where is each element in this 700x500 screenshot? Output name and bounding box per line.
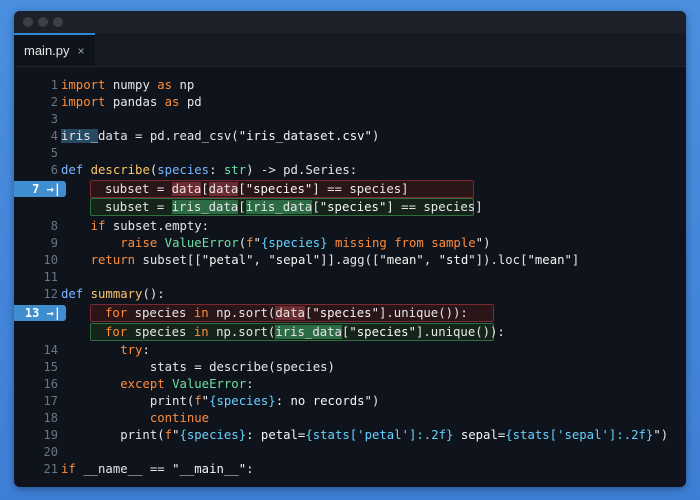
diff-removed-line: 7 →| subset = data[data["species"] == sp… <box>14 180 686 198</box>
line-number: 4 <box>50 129 58 143</box>
close-icon[interactable]: × <box>78 44 85 58</box>
code-line: 18 continue <box>14 409 686 427</box>
code-text: if subset.empty: <box>90 219 210 233</box>
line-number: 20 <box>43 445 58 459</box>
code-line: 16 except ValueError: <box>14 375 686 393</box>
code-text: iris_data = pd.read_csv("iris_dataset.cs… <box>61 129 380 143</box>
line-number: 10 <box>43 253 58 267</box>
line-number: 11 <box>43 270 58 284</box>
code-editor[interactable]: 1 import numpy as np 2 import pandas as … <box>14 67 686 487</box>
code-text: import numpy as np <box>61 78 195 92</box>
added-code: for species in np.sort(iris_data["specie… <box>105 325 505 339</box>
line-number: 14 <box>43 343 58 357</box>
code-text: def summary(): <box>61 287 165 301</box>
added-code: subset = iris_data[iris_data["species"] … <box>105 200 483 214</box>
code-line: 1 import numpy as np <box>14 76 686 94</box>
line-number: 15 <box>43 360 58 374</box>
close-window-dot[interactable] <box>23 17 33 27</box>
minimize-window-dot[interactable] <box>38 17 48 27</box>
removed-code: subset = data[data["species"] == species… <box>105 182 409 196</box>
line-number: 6 <box>50 163 58 177</box>
line-number: 21 <box>43 462 58 476</box>
line-number: 8 <box>50 219 58 233</box>
code-line: 8 if subset.empty: <box>14 217 686 235</box>
code-line: 21 if __name__ == "__main__": <box>14 460 686 478</box>
code-text: print(f"{species}: no records") <box>61 394 380 408</box>
line-number: 17 <box>43 394 58 408</box>
removed-code: for species in np.sort(data["species"].u… <box>105 306 468 320</box>
editor-window: main.py × 1 import numpy as np 2 import … <box>14 11 686 487</box>
line-number: 16 <box>43 377 58 391</box>
code-line: 2 import pandas as pd <box>14 93 686 111</box>
line-number: 1 <box>50 78 58 92</box>
tab-main-py[interactable]: main.py × <box>14 33 95 66</box>
tab-bar: main.py × <box>14 33 686 67</box>
code-line: 11 <box>14 268 686 286</box>
code-line: 10 return subset[["petal", "sepal"]].agg… <box>14 251 686 269</box>
code-text: continue <box>149 411 210 425</box>
line-number: 5 <box>50 146 58 160</box>
code-text: try: <box>120 343 150 357</box>
code-line: 6 def describe(species: str) -> pd.Serie… <box>14 161 686 179</box>
code-line: 19 print(f"{species}: petal={stats['peta… <box>14 426 686 444</box>
code-text: return subset[["petal", "sepal"]].agg(["… <box>90 253 580 267</box>
code-text: raise ValueError(f"{species} missing fro… <box>120 236 491 250</box>
maximize-window-dot[interactable] <box>53 17 63 27</box>
line-number: 18 <box>43 411 58 425</box>
diff-added-line: subset = iris_data[iris_data["species"] … <box>14 198 686 216</box>
title-bar <box>14 11 686 33</box>
code-line: 5 <box>14 144 686 162</box>
code-line: 17 print(f"{species}: no records") <box>14 392 686 410</box>
code-line: 4 iris_data = pd.read_csv("iris_dataset.… <box>14 127 686 145</box>
tab-label: main.py <box>24 43 70 58</box>
line-number: 19 <box>43 428 58 442</box>
accept-suggestion-marker[interactable]: 13 →| <box>14 305 66 321</box>
code-line: 15 stats = describe(species) <box>14 358 686 376</box>
code-text: if __name__ == "__main__": <box>61 462 254 476</box>
code-text: stats = describe(species) <box>61 360 335 374</box>
code-text: def describe(species: str) -> pd.Series: <box>61 163 358 177</box>
line-number: 3 <box>50 112 58 126</box>
line-number: 12 <box>43 287 58 301</box>
code-text: print(f"{species}: petal={stats['petal']… <box>61 428 669 442</box>
accept-suggestion-marker[interactable]: 7 →| <box>14 181 66 197</box>
code-text: except ValueError: <box>120 377 254 391</box>
line-number: 2 <box>50 95 58 109</box>
code-line: 14 try: <box>14 341 686 359</box>
diff-added-line: for species in np.sort(iris_data["specie… <box>14 323 686 341</box>
code-line: 3 <box>14 110 686 128</box>
code-line: 20 <box>14 443 686 461</box>
diff-removed-line: 13 →| for species in np.sort(data["speci… <box>14 304 686 322</box>
code-line: 9 raise ValueError(f"{species} missing f… <box>14 234 686 252</box>
code-text: import pandas as pd <box>61 95 202 109</box>
line-number: 9 <box>50 236 58 250</box>
code-line: 12 def summary(): <box>14 285 686 303</box>
